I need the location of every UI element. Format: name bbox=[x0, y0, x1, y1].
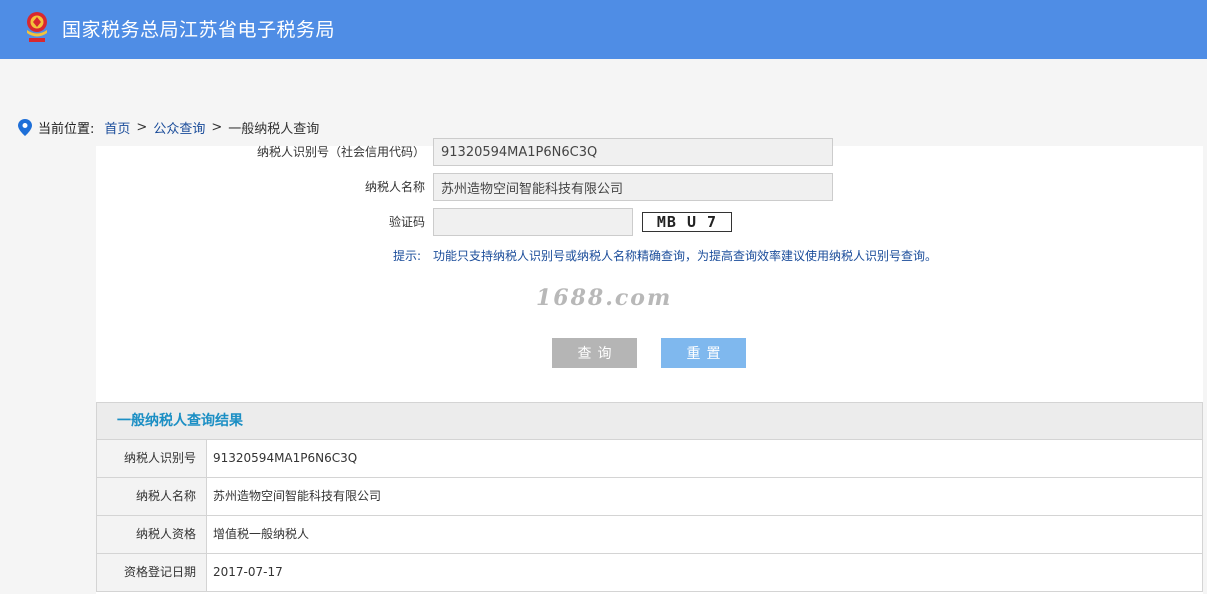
results-title: 一般纳税人查询结果 bbox=[97, 403, 1202, 440]
site-title: 国家税务总局江苏省电子税务局 bbox=[62, 19, 336, 41]
breadcrumb-current: 一般纳税人查询 bbox=[228, 121, 320, 137]
tax-emblem-icon bbox=[27, 12, 47, 42]
result-value: 苏州造物空间智能科技有限公司 bbox=[213, 489, 382, 503]
breadcrumb-public-query[interactable]: 公众查询 bbox=[153, 118, 205, 137]
result-value: 2017-07-17 bbox=[213, 565, 283, 579]
breadcrumb-separator: > bbox=[211, 119, 223, 135]
captcha-input[interactable] bbox=[433, 208, 633, 236]
breadcrumb: 当前位置: 首页 > 公众查询 > 一般纳税人查询 bbox=[18, 117, 319, 137]
table-row: 纳税人名称 苏州造物空间智能科技有限公司 bbox=[97, 478, 1202, 516]
result-value: 91320594MA1P6N6C3Q bbox=[213, 451, 358, 465]
taxpayer-id-label: 纳税人识别号（社会信用代码） bbox=[256, 145, 425, 159]
result-label: 纳税人名称 bbox=[97, 478, 207, 515]
header-bar: 国家税务总局江苏省电子税务局 bbox=[0, 0, 1207, 59]
captcha-label: 验证码 bbox=[388, 215, 425, 229]
captcha-row: 验证码 MB U 7 bbox=[96, 208, 1203, 236]
taxpayer-name-input[interactable] bbox=[433, 173, 833, 201]
results-table: 一般纳税人查询结果 纳税人识别号 91320594MA1P6N6C3Q 纳税人名… bbox=[96, 402, 1203, 592]
breadcrumb-home[interactable]: 首页 bbox=[104, 118, 130, 137]
hint-label: 提示: bbox=[393, 249, 422, 263]
table-row: 纳税人识别号 91320594MA1P6N6C3Q bbox=[97, 440, 1202, 478]
breadcrumb-label: 当前位置: bbox=[38, 121, 95, 137]
taxpayer-name-row: 纳税人名称 bbox=[96, 173, 1203, 201]
watermark: 1688.com bbox=[536, 285, 673, 311]
breadcrumb-separator: > bbox=[136, 119, 148, 135]
location-pin-icon bbox=[18, 118, 32, 136]
taxpayer-id-input[interactable] bbox=[433, 138, 833, 166]
result-label: 纳税人识别号 bbox=[97, 440, 207, 477]
hint-text: 功能只支持纳税人识别号或纳税人名称精确查询，为提高查询效率建议使用纳税人识别号查… bbox=[433, 249, 938, 263]
result-label: 纳税人资格 bbox=[97, 516, 207, 553]
table-row: 资格登记日期 2017-07-17 bbox=[97, 554, 1202, 591]
table-row: 纳税人资格 增值税一般纳税人 bbox=[97, 516, 1202, 554]
query-button[interactable]: 查询 bbox=[552, 338, 637, 368]
taxpayer-id-row: 纳税人识别号（社会信用代码） bbox=[96, 138, 1203, 166]
result-value: 增值税一般纳税人 bbox=[213, 527, 310, 541]
reset-button[interactable]: 重置 bbox=[661, 338, 746, 368]
result-label: 资格登记日期 bbox=[97, 554, 207, 591]
taxpayer-name-label: 纳税人名称 bbox=[364, 180, 425, 194]
captcha-image[interactable]: MB U 7 bbox=[642, 212, 732, 232]
